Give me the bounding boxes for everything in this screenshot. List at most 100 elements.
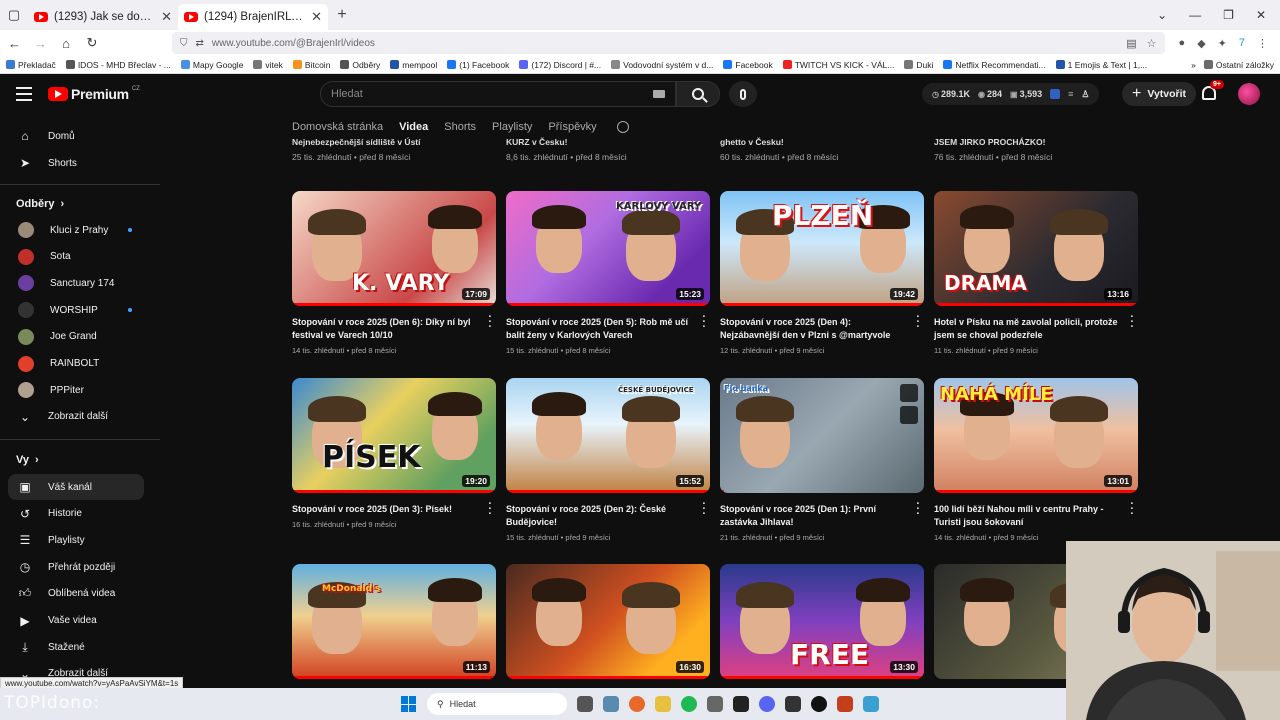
firefox-icon[interactable] <box>629 696 645 712</box>
url-field[interactable]: ⛉ ⇄ www.youtube.com/@BrajenIrl/videos ▤ … <box>172 32 1165 54</box>
youtube-logo[interactable]: Premium CZ <box>48 86 140 102</box>
sidebar-item-home[interactable]: ⌂ Domů <box>8 123 144 149</box>
channel-stats-pill[interactable]: ◷ 289.1K ◉ 284 ▣ 3,593 ≡ ♙ <box>922 83 1100 105</box>
bookmark-item[interactable]: Facebook <box>723 60 773 70</box>
video-card[interactable]: McDonald's 11:13 <box>292 564 496 679</box>
sidebar-subscription[interactable]: Joe Grand <box>8 324 144 350</box>
bookmark-item[interactable]: mempool <box>390 60 437 70</box>
sidebar-item-like[interactable]: 👍︎ Oblíbená videa <box>8 581 144 607</box>
sidebar-item-history[interactable]: ↺ Historie <box>8 501 144 527</box>
video-card[interactable]: PLZEŇ 19:42 Stopování v roce 2025 (Den 4):… <box>720 191 924 355</box>
keyboard-icon[interactable] <box>653 90 665 98</box>
bookmark-item[interactable]: Duki <box>904 60 933 70</box>
video-thumbnail[interactable]: PÍSEK 19:20 <box>292 378 496 493</box>
obs-icon[interactable] <box>811 696 827 712</box>
channel-search-icon[interactable] <box>616 121 629 133</box>
shield-icon[interactable]: ⛉ <box>180 38 188 49</box>
sidebar-item-download[interactable]: ⤓ Stažené <box>8 634 144 660</box>
sidebar-subscription[interactable]: Sota <box>8 244 144 270</box>
bookmark-item[interactable]: Odběry <box>340 60 380 70</box>
more-actions-icon[interactable]: · · · <box>488 499 492 520</box>
video-title[interactable]: Stopování v roce 2025 (Den 2): České Bud… <box>506 503 694 529</box>
voice-search-button[interactable] <box>729 81 757 107</box>
sidebar-subscription[interactable]: Sanctuary 174 <box>8 270 144 296</box>
restore-button[interactable]: ❐ <box>1223 8 1234 22</box>
menu-icon[interactable] <box>16 87 32 101</box>
bookmark-item[interactable]: Překladač <box>6 60 56 70</box>
browser-tab-2[interactable]: (1294) BrajenIRL - YouTube ✕ <box>178 4 328 30</box>
tab-overflow-icon[interactable]: ⌄ <box>1157 8 1167 22</box>
more-actions-icon[interactable]: · · · <box>488 312 492 333</box>
app-icon[interactable] <box>733 696 749 712</box>
bookmark-star-icon[interactable]: ☆ <box>1147 37 1157 50</box>
create-button[interactable]: + Vytvořit <box>1122 82 1197 106</box>
video-card[interactable]: K. VARY 17:09 Stopování v roce 2025 (Den 6… <box>292 191 496 355</box>
bookmark-item[interactable]: Vodovodní systém v d... <box>611 60 713 70</box>
video-card[interactable]: NAHÁ MÍLE 13:01 100 lidí běží Nahou míli v… <box>934 378 1138 542</box>
reader-view-icon[interactable]: ▤ <box>1126 37 1136 50</box>
more-actions-icon[interactable]: · · · <box>702 499 706 520</box>
video-thumbnail[interactable]: ČESKÉ BUDĚJOVICE 15:52 <box>506 378 710 493</box>
bookmark-item[interactable]: TWITCH VS KICK - VÁL... <box>782 60 894 70</box>
avatar[interactable] <box>1238 83 1260 105</box>
bookmark-item[interactable]: Netflix Recommendati... <box>943 60 1046 70</box>
sidebar-item-playlist[interactable]: ☰ Playlisty <box>8 527 144 553</box>
video-thumbnail[interactable]: K. VARY 17:09 <box>292 191 496 306</box>
bookmark-item[interactable]: vitek <box>253 60 283 70</box>
video-card[interactable]: ČESKÉ BUDĚJOVICE 15:52 Stopování v roce 20… <box>506 378 710 542</box>
task-view-icon[interactable] <box>577 696 593 712</box>
tab-list-icon[interactable]: ▢ <box>0 0 28 30</box>
channel-tab[interactable]: Playlisty <box>492 121 532 133</box>
back-icon[interactable]: ← <box>8 36 21 51</box>
video-thumbnail[interactable]: Fio banka <box>720 378 924 493</box>
bookmarks-overflow-icon[interactable]: » <box>1191 60 1196 70</box>
more-actions-icon[interactable]: · · · <box>702 312 706 333</box>
video-card-partial[interactable]: Nejnebezpečnější sídliště v Ústí 25 tis. … <box>292 137 421 162</box>
video-thumbnail[interactable]: PLZEŇ 19:42 <box>720 191 924 306</box>
video-thumbnail[interactable]: McDonald's 11:13 <box>292 564 496 679</box>
video-card[interactable]: KARLOVY VARY 15:23 Stopování v roce 2025 (… <box>506 191 710 355</box>
home-icon[interactable]: ⌂ <box>60 36 72 51</box>
close-tab-icon[interactable]: ✕ <box>311 9 322 25</box>
video-thumbnail[interactable]: FREE 13:30 <box>720 564 924 679</box>
channel-tab[interactable]: Domovská stránka <box>292 121 383 133</box>
extension-icon[interactable] <box>1050 89 1061 99</box>
video-thumbnail[interactable]: DRAMA 13:16 <box>934 191 1138 306</box>
trophy-icon[interactable]: ♙ <box>1081 89 1089 100</box>
channel-tab[interactable]: Videa <box>399 121 428 133</box>
video-title[interactable]: Stopování v roce 2025 (Den 5): Rob mě uč… <box>506 316 694 342</box>
sidebar-item-shorts[interactable]: ➤ Shorts <box>8 150 144 176</box>
video-card[interactable]: Fio banka Stopování v roce 2025 (Den 1): … <box>720 378 924 542</box>
video-title[interactable]: Hotel v Písku na mě zavolal policii, pro… <box>934 316 1122 342</box>
more-actions-icon[interactable]: · · · <box>1130 312 1134 333</box>
close-window-button[interactable]: ✕ <box>1256 8 1266 22</box>
sidebar-show-more[interactable]: ⌄ Zobrazit další <box>8 404 144 430</box>
calculator-icon[interactable] <box>707 696 723 712</box>
sidebar-item-channel[interactable]: ▣ Váš kanál <box>8 474 144 500</box>
more-actions-icon[interactable]: · · · <box>916 499 920 520</box>
permissions-icon[interactable]: ⇄ <box>196 38 204 49</box>
sidebar-subscription[interactable]: PPPiter <box>8 377 144 403</box>
watch-later-icon[interactable] <box>900 384 918 402</box>
sidebar-subscription[interactable]: WORSHIP <box>8 297 144 323</box>
sidebar-subscription[interactable]: Kluci z Prahy <box>8 217 144 243</box>
video-card-partial[interactable]: KURZ v Česku! 8,6 tis. zhlédnutí • před 8… <box>506 137 627 162</box>
video-card-partial[interactable]: JSEM JIRKO PROCHÁZKO! 76 tis. zhlédnutí •… <box>934 137 1052 162</box>
video-card-partial[interactable]: ghetto v Česku! 60 tis. zhlédnutí • před … <box>720 137 838 162</box>
powerpoint-icon[interactable] <box>837 696 853 712</box>
channel-tab[interactable]: Shorts <box>444 121 476 133</box>
bookmark-item[interactable]: (1) Facebook <box>447 60 509 70</box>
browser-tab-1[interactable]: (1293) Jak se dostat na Majáles ✕ <box>28 4 178 30</box>
video-thumbnail[interactable]: KARLOVY VARY 15:23 <box>506 191 710 306</box>
minimize-button[interactable]: — <box>1189 8 1201 22</box>
file-explorer-icon[interactable] <box>655 696 671 712</box>
add-to-queue-icon[interactable] <box>900 406 918 424</box>
extension-icon[interactable]: ◆ <box>1197 37 1205 50</box>
close-tab-icon[interactable]: ✕ <box>161 9 172 25</box>
bookmark-item[interactable]: IDOS - MHD Břeclav - ... <box>65 60 171 70</box>
extension-icon[interactable]: ● <box>1179 37 1186 50</box>
video-card[interactable]: 16:30 <box>506 564 710 679</box>
channel-tab[interactable]: Příspěvky <box>548 121 596 133</box>
new-tab-button[interactable]: + <box>328 6 356 24</box>
more-actions-icon[interactable]: · · · <box>916 312 920 333</box>
